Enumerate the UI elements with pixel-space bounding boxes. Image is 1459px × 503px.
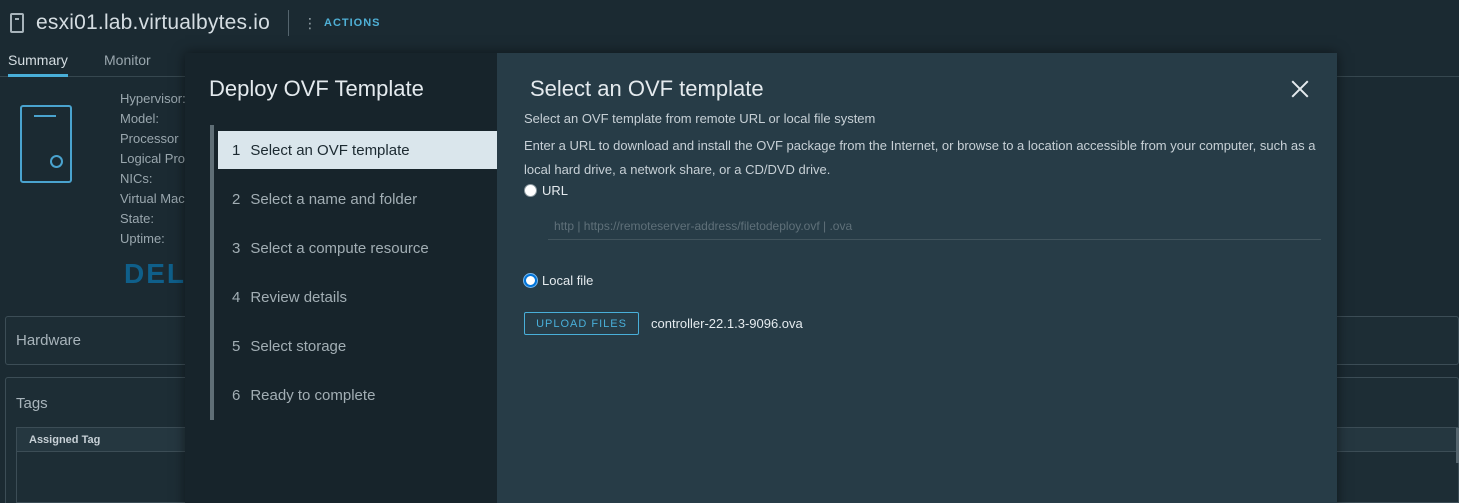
wizard-content: Select an OVF template Select an OVF tem… <box>497 53 1337 503</box>
property-label: Model: <box>120 111 160 126</box>
property-label: Virtual Mac <box>120 191 185 206</box>
host-title: esxi01.lab.virtualbytes.io <box>36 11 270 34</box>
wizard-navigation: Deploy OVF Template 1 Select an OVF temp… <box>185 53 497 503</box>
tab-monitor[interactable]: Monitor <box>104 52 151 74</box>
host-properties: Hypervisor: Model: Processor Logical Pro… <box>120 89 186 249</box>
close-icon[interactable] <box>1291 80 1309 98</box>
step-number: 1 <box>232 141 241 159</box>
property-label: Uptime: <box>120 231 165 246</box>
wizard-steps: 1 Select an OVF template 2 Select a name… <box>210 125 497 420</box>
local-file-radio-label: Local file <box>542 273 594 288</box>
tab-summary[interactable]: Summary <box>8 52 68 77</box>
property-label: State: <box>120 211 154 226</box>
selected-file-name: controller-22.1.3-9096.ova <box>651 316 803 331</box>
wizard-step-2[interactable]: 2 Select a name and folder <box>214 180 497 218</box>
url-option[interactable]: URL <box>524 183 568 198</box>
step-number: 3 <box>232 239 241 257</box>
content-subtitle: Select an OVF template from remote URL o… <box>524 111 876 126</box>
url-radio[interactable] <box>524 184 537 197</box>
wizard-step-3[interactable]: 3 Select a compute resource <box>214 229 497 267</box>
step-number: 4 <box>232 288 241 306</box>
vertical-ellipsis-icon: ⋮ <box>303 14 318 31</box>
step-number: 6 <box>232 386 241 404</box>
step-label: Ready to complete <box>250 386 376 404</box>
header-divider <box>288 10 289 36</box>
step-label: Select a name and folder <box>250 190 418 208</box>
step-label: Select storage <box>250 337 347 355</box>
deploy-ovf-dialog: Deploy OVF Template 1 Select an OVF temp… <box>185 53 1337 503</box>
url-input[interactable] <box>548 212 1321 240</box>
step-label: Review details <box>250 288 348 306</box>
local-file-option[interactable]: Local file <box>524 273 593 288</box>
wizard-step-1[interactable]: 1 Select an OVF template <box>218 131 497 169</box>
wizard-step-6[interactable]: 6 Ready to complete <box>214 376 497 414</box>
wizard-step-4[interactable]: 4 Review details <box>214 278 497 316</box>
host-icon <box>10 13 24 33</box>
server-icon <box>20 105 72 183</box>
upload-files-button[interactable]: UPLOAD FILES <box>524 312 639 335</box>
step-number: 2 <box>232 190 241 208</box>
actions-menu-button[interactable]: ⋮ ACTIONS <box>303 15 381 32</box>
url-radio-label: URL <box>542 183 569 198</box>
actions-label: ACTIONS <box>324 17 381 29</box>
step-label: Select an OVF template <box>250 141 410 159</box>
property-label: Logical Pro <box>120 151 186 166</box>
page-title: Select an OVF template <box>530 76 764 101</box>
property-label: Processor <box>120 131 179 146</box>
step-number: 5 <box>232 337 241 355</box>
host-header: esxi01.lab.virtualbytes.io ⋮ ACTIONS <box>10 8 381 38</box>
tags-card-title: Tags <box>16 395 48 412</box>
property-label: NICs: <box>120 171 153 186</box>
property-label: Hypervisor: <box>120 91 186 106</box>
wizard-step-5[interactable]: 5 Select storage <box>214 327 497 365</box>
step-label: Select a compute resource <box>250 239 429 257</box>
content-description: Enter a URL to download and install the … <box>524 138 1316 177</box>
hardware-card-title[interactable]: Hardware <box>16 332 81 349</box>
local-file-radio[interactable] <box>524 274 537 287</box>
wizard-title: Deploy OVF Template <box>209 76 424 101</box>
